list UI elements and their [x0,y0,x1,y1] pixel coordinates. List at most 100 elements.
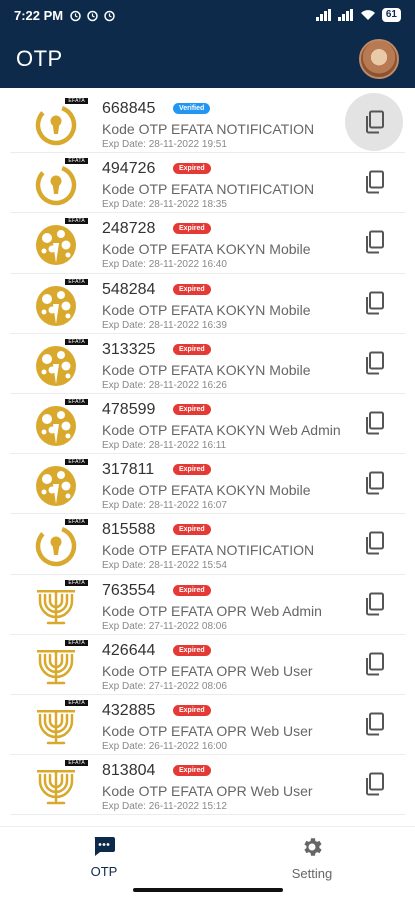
tree-logo-icon: EFATA [32,218,88,269]
otp-expiry: Exp Date: 28-11-2022 15:54 [102,560,227,572]
signal-icon [337,9,353,21]
copy-button[interactable] [363,471,387,497]
efata-tag: EFATA [65,158,88,165]
copy-button[interactable] [363,230,387,256]
otp-code: 478599 [102,400,156,418]
otp-code: 548284 [102,280,156,298]
copy-button[interactable] [363,712,387,738]
menorah-logo-icon: EFATA [32,639,88,691]
status-badge: Expired [173,163,211,175]
copy-button[interactable] [363,351,387,377]
otp-list-item[interactable]: EFATA 548284 Expired Kode OTP EFATA KOKY… [10,273,405,334]
otp-description: Kode OTP EFATA OPR Web User [102,662,313,679]
copy-button[interactable] [345,93,403,151]
avatar[interactable] [359,39,399,79]
otp-list-item[interactable]: EFATA 313325 Expired Kode OTP EFATA KOKY… [10,333,405,394]
otp-list-item[interactable]: EFATA 763554 Expired Kode OTP EFATA OPR … [10,574,405,635]
copy-button[interactable] [363,772,387,798]
efata-tag: EFATA [65,398,88,405]
status-badge: Expired [173,343,211,355]
copy-icon [366,411,384,435]
lock-logo-icon: EFATA [32,98,88,149]
otp-description: Kode OTP EFATA NOTIFICATION [102,121,315,137]
chat-bubble-icon [94,837,115,856]
copy-icon [366,230,384,254]
copy-button[interactable] [363,411,387,437]
copy-icon [366,531,384,555]
copy-icon [366,351,384,375]
otp-list-item[interactable]: EFATA 815588 Expired Kode OTP EFATA NOTI… [10,514,405,575]
status-badge: Expired [173,584,211,596]
home-indicator [133,888,283,892]
alarm-icon [70,10,81,21]
otp-description: Kode OTP EFATA OPR Web User [102,722,313,739]
efata-tag: EFATA [65,218,88,225]
copy-icon [366,110,384,134]
otp-list-item[interactable]: EFATA 432885 Expired Kode OTP EFATA OPR … [10,694,405,756]
otp-code: 426644 [102,641,156,659]
otp-list-item[interactable]: EFATA 317811 Expired Kode OTP EFATA KOKY… [10,454,405,515]
app-bar: OTP [0,30,415,88]
otp-code: 313325 [102,340,156,358]
otp-code: 494726 [102,160,156,178]
menorah-logo-icon: EFATA [32,579,88,631]
efata-tag: EFATA [65,278,88,285]
otp-expiry: Exp Date: 28-11-2022 18:35 [102,199,227,211]
copy-icon [366,772,384,796]
otp-expiry: Exp Date: 26-11-2022 15:12 [102,801,227,813]
otp-list-item[interactable]: EFATA 478599 Expired Kode OTP EFATA KOKY… [10,393,405,455]
copy-icon [366,712,384,736]
tree-logo-icon: EFATA [32,459,88,510]
alarm-icon [104,10,115,21]
otp-code: 317811 [102,461,155,479]
otp-code: 763554 [102,581,156,599]
status-bar: 7:22 PM 61 [0,0,415,30]
nav-otp-label: OTP [90,864,118,879]
tree-logo-icon: EFATA [32,398,88,450]
copy-icon [366,170,384,194]
lock-logo-icon: EFATA [32,158,88,209]
copy-button[interactable] [363,170,387,196]
copy-button[interactable] [363,291,387,317]
efata-tag: EFATA [65,459,88,466]
efata-tag: EFATA [65,579,88,586]
otp-description: Kode OTP EFATA KOKYN Mobile [102,482,311,499]
otp-description: Kode OTP EFATA NOTIFICATION [102,181,315,198]
otp-expiry: Exp Date: 28-11-2022 16:07 [102,500,227,512]
efata-tag: EFATA [65,338,88,345]
menorah-logo-icon: EFATA [32,760,88,811]
efata-tag: EFATA [65,519,88,526]
otp-expiry: Exp Date: 28-11-2022 16:39 [102,319,227,331]
copy-button[interactable] [363,652,387,678]
copy-button[interactable] [363,531,387,557]
otp-description: Kode OTP EFATA NOTIFICATION [102,542,315,559]
otp-list-item[interactable]: EFATA 248728 Expired Kode OTP EFATA KOKY… [10,213,405,274]
copy-icon [366,592,384,615]
otp-list-item[interactable]: EFATA 668845 Verified Kode OTP EFATA NOT… [10,93,405,154]
status-badge: Expired [173,644,211,656]
otp-list-item[interactable]: EFATA 494726 Expired Kode OTP EFATA NOTI… [10,153,405,214]
otp-expiry: Exp Date: 26-11-2022 16:00 [102,740,227,752]
copy-button[interactable] [363,592,387,618]
status-badge: Expired [173,464,211,476]
otp-list-item[interactable]: EFATA 426644 Expired Kode OTP EFATA OPR … [10,634,405,695]
status-time: 7:22 PM [14,7,64,23]
otp-code: 815588 [102,521,156,539]
otp-list-item[interactable]: EFATA 813804 Expired Kode OTP EFATA OPR … [10,755,405,816]
otp-expiry: Exp Date: 27-11-2022 08:06 [102,680,227,692]
status-left-icons [69,9,116,22]
copy-icon [366,291,384,315]
alarm-icon [87,10,98,21]
otp-description: Kode OTP EFATA OPR Web User [102,783,313,800]
efata-tag: EFATA [65,98,88,104]
nav-otp[interactable]: OTP [44,835,164,879]
copy-icon [366,652,384,676]
status-right-icons: 61 [315,8,401,22]
nav-setting[interactable]: Setting [252,835,372,881]
otp-code: 813804 [102,762,156,780]
otp-expiry: Exp Date: 28-11-2022 16:11 [102,439,227,451]
status-badge: Expired [173,403,211,415]
otp-description: Kode OTP EFATA OPR Web Admin [102,602,322,619]
otp-expiry: Exp Date: 28-11-2022 16:40 [102,259,227,271]
otp-description: Kode OTP EFATA KOKYN Mobile [102,301,311,318]
